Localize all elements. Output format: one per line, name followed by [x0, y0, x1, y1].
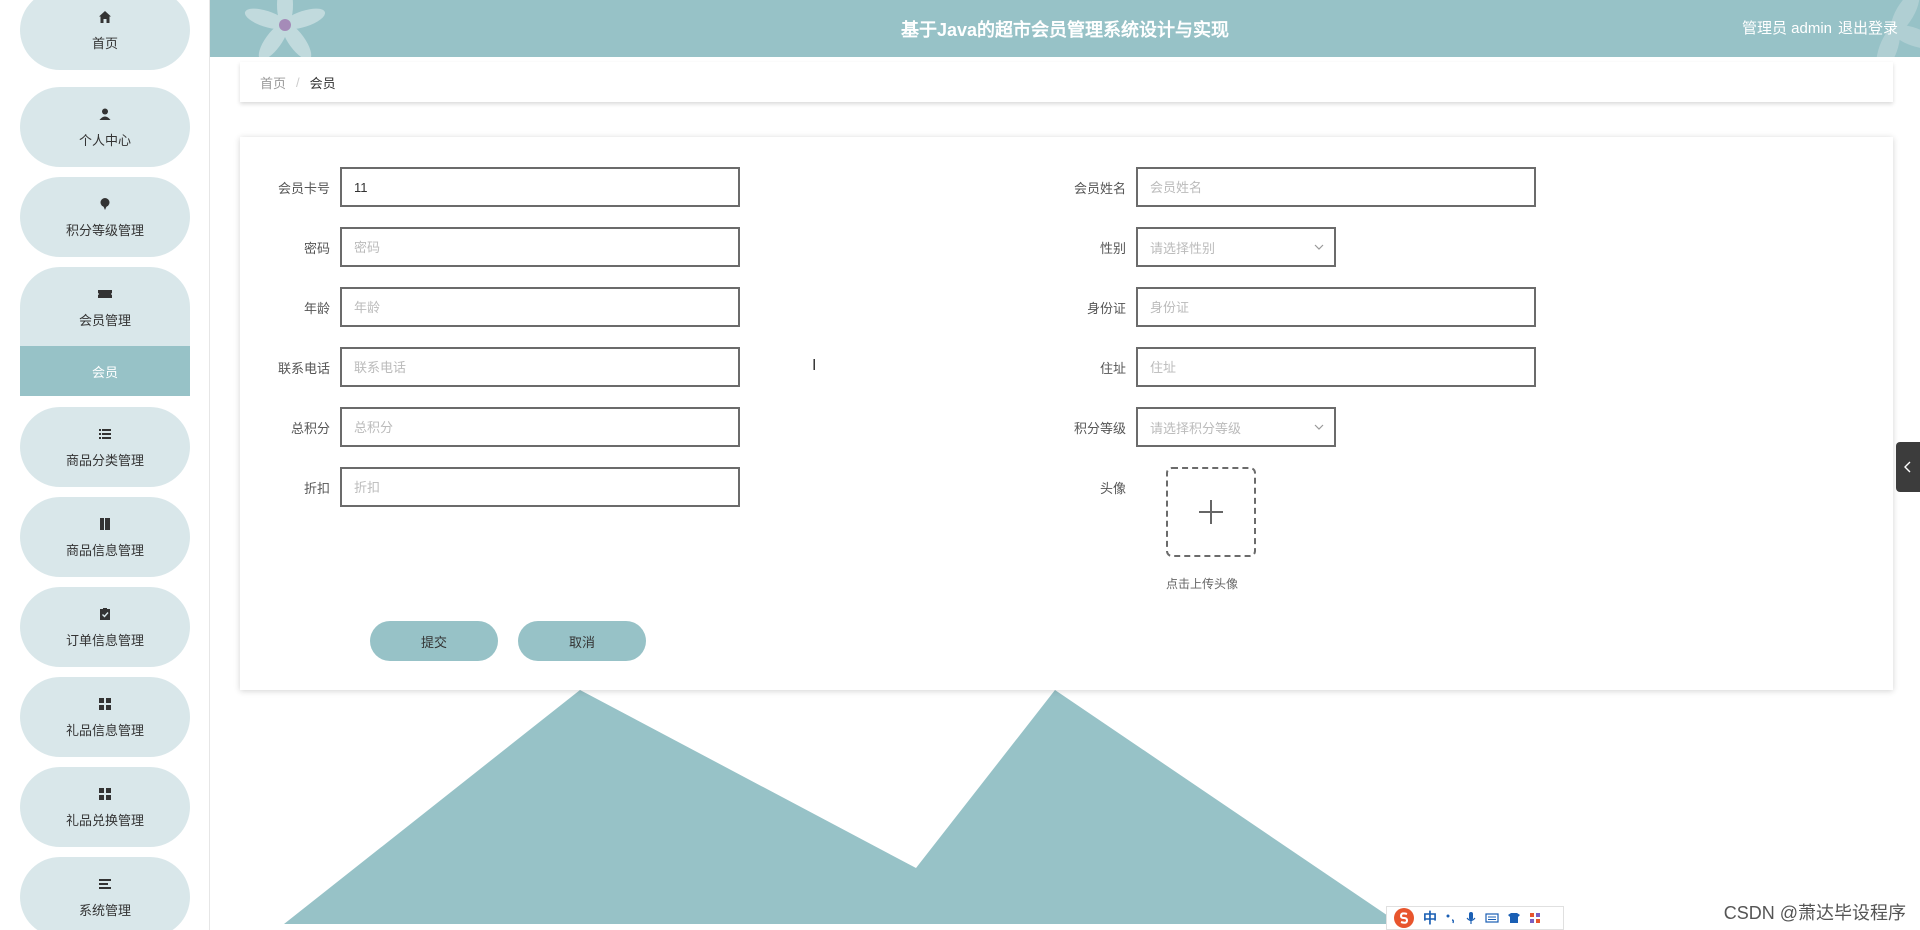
list-icon [97, 426, 113, 442]
top-header: 基于Java的超市会员管理系统设计与实现 管理员 admin 退出登录 [210, 0, 1920, 57]
gender-select[interactable]: 请选择性别 [1136, 227, 1336, 267]
form-row-address: 住址 [1056, 347, 1536, 387]
collapse-panel-tab[interactable] [1896, 442, 1920, 492]
address-input[interactable] [1136, 347, 1536, 387]
form-row-level: 积分等级 请选择积分等级 [1056, 407, 1336, 447]
sidebar-item-gift-info[interactable]: 礼品信息管理 [20, 677, 190, 757]
sidebar-item-members[interactable]: 会员管理 [20, 267, 190, 347]
watermark: CSDN @萧达毕设程序 [1723, 903, 1906, 923]
discount-label: 折扣 [303, 480, 330, 496]
submit-button[interactable]: 提交 [370, 621, 498, 661]
chevron-left-icon [1904, 461, 1911, 473]
text-cursor-icon: I [812, 357, 817, 374]
breadcrumb-home[interactable]: 首页 [260, 73, 286, 92]
password-input[interactable] [340, 227, 740, 267]
sogou-logo-icon[interactable] [1393, 907, 1415, 929]
sidebar-item-label: 订单信息管理 [65, 632, 144, 648]
card-no-input[interactable] [340, 167, 740, 207]
phone-input[interactable] [340, 347, 740, 387]
page-title: 基于Java的超市会员管理系统设计与实现 [900, 20, 1230, 40]
grid-icon [97, 696, 113, 712]
password-label: 密码 [303, 240, 330, 256]
card-no-label: 会员卡号 [277, 180, 330, 196]
ime-toolbar: 中 [1386, 906, 1564, 930]
sidebar-item-product-category[interactable]: 商品分类管理 [20, 407, 190, 487]
sidebar-item-label: 礼品兑换管理 [65, 812, 144, 828]
sidebar-item-gift-exchange[interactable]: 礼品兑换管理 [20, 767, 190, 847]
form-row-name: 会员姓名 [1056, 167, 1536, 207]
avatar-label: 头像 [1099, 480, 1126, 496]
phone-label: 联系电话 [277, 360, 330, 376]
breadcrumb-current: 会员 [309, 75, 336, 91]
form-row-points: 总积分 [260, 407, 740, 447]
sidebar-item-product-info[interactable]: 商品信息管理 [20, 497, 190, 577]
cancel-button[interactable]: 取消 [518, 621, 646, 661]
book-icon [97, 516, 113, 532]
user-icon [97, 106, 113, 122]
sidebar-item-system[interactable]: 系统管理 [20, 857, 190, 930]
sidebar-item-label: 积分等级管理 [65, 222, 144, 238]
id-card-label: 身份证 [1086, 300, 1126, 316]
form-row-age: 年龄 [260, 287, 740, 327]
form-row-card-no: 会员卡号 [260, 167, 740, 207]
ime-mode[interactable]: 中 [1423, 908, 1437, 928]
form-row-id-card: 身份证 [1056, 287, 1536, 327]
points-input[interactable] [340, 407, 740, 447]
breadcrumb: 首页 / 会员 [240, 62, 1893, 102]
age-input[interactable] [340, 287, 740, 327]
grid-icon [97, 786, 113, 802]
sidebar-item-profile[interactable]: 个人中心 [20, 87, 190, 167]
sidebar-item-label: 会员管理 [78, 312, 131, 328]
form-row-password: 密码 [260, 227, 740, 267]
clipboard-icon [97, 606, 113, 622]
plus-icon [1199, 500, 1223, 524]
logout-link[interactable]: 退出登录 [1838, 17, 1898, 38]
gender-select-placeholder: 请选择性别 [1150, 240, 1216, 256]
sidebar-item-label: 商品分类管理 [65, 452, 144, 468]
form-row-discount: 折扣 [260, 467, 740, 507]
breadcrumb-separator: / [296, 74, 300, 90]
name-label: 会员姓名 [1073, 180, 1126, 196]
sidebar-item-label: 首页 [91, 35, 118, 51]
address-label: 住址 [1099, 360, 1126, 376]
gender-label: 性别 [1099, 240, 1126, 256]
toolbox-icon[interactable] [1529, 912, 1541, 924]
form-row-gender: 性别 请选择性别 [1056, 227, 1336, 267]
sidebar: 首页 个人中心 积分等级管理 会员管理 会员 商品分类管理 商品信息管理 订单信… [0, 0, 210, 930]
home-icon [97, 9, 113, 25]
member-form-card: 会员卡号 密码 年龄 联系电话 总积分 折扣 ✕ I 会员姓名 性别 请选择性别… [240, 137, 1893, 690]
punctuation-icon[interactable] [1445, 912, 1457, 924]
name-input[interactable] [1136, 167, 1536, 207]
level-select[interactable]: 请选择积分等级 [1136, 407, 1336, 447]
microphone-icon[interactable] [1465, 911, 1477, 925]
sidebar-item-orders[interactable]: 订单信息管理 [20, 587, 190, 667]
sidebar-item-points-level[interactable]: 积分等级管理 [20, 177, 190, 257]
form-row-phone: 联系电话 [260, 347, 740, 387]
pin-icon [97, 196, 113, 212]
chevron-down-icon [1314, 424, 1324, 430]
sidebar-item-label: 礼品信息管理 [65, 722, 144, 738]
sidebar-item-label: 商品信息管理 [65, 542, 144, 558]
discount-input[interactable] [340, 467, 740, 507]
level-select-placeholder: 请选择积分等级 [1150, 420, 1242, 436]
form-row-avatar: 头像 [1056, 467, 1136, 507]
avatar-upload[interactable] [1166, 467, 1256, 557]
ticket-icon [97, 286, 113, 302]
points-label: 总积分 [290, 420, 330, 436]
sidebar-item-label: 系统管理 [78, 902, 131, 918]
sidebar-item-home[interactable]: 首页 [20, 0, 190, 70]
level-label: 积分等级 [1073, 420, 1126, 436]
menu-icon [97, 876, 113, 892]
age-label: 年龄 [303, 300, 330, 316]
avatar-upload-hint: 点击上传头像 [1166, 577, 1239, 591]
id-card-input[interactable] [1136, 287, 1536, 327]
keyboard-icon[interactable] [1485, 912, 1499, 924]
sidebar-subitem-member[interactable]: 会员 [20, 346, 190, 396]
skin-icon[interactable] [1507, 912, 1521, 924]
chevron-down-icon [1314, 244, 1324, 250]
sidebar-item-label: 个人中心 [78, 132, 131, 148]
current-user: 管理员 admin [1741, 20, 1832, 37]
